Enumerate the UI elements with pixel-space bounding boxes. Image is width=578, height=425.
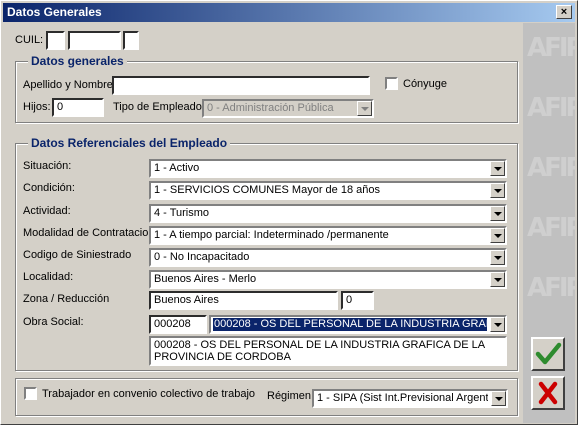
siniestrado-select[interactable]: 0 - No Incapacitado (149, 248, 507, 267)
apellido-nombre-label: Apellido y Nombre: (23, 79, 116, 91)
cancel-button[interactable] (531, 376, 565, 410)
obra-social-label: Obra Social: (23, 316, 84, 328)
actividad-select[interactable]: 4 - Turismo (149, 204, 507, 223)
condicion-select[interactable]: 1 - SERVICIOS COMUNES Mayor de 18 años (149, 181, 507, 200)
afip-watermark-logo: AFIP (527, 273, 575, 303)
modalidad-select[interactable]: 1 - A tiempo parcial: Indeterminado /per… (149, 226, 507, 245)
chevron-down-icon (495, 397, 503, 401)
checkmark-icon (535, 342, 562, 365)
zona-reduccion-input[interactable]: 0 (341, 291, 374, 310)
situacion-label: Situación: (23, 160, 72, 172)
datos-generales-title: Datos generales (28, 54, 127, 68)
afip-watermark-logo: AFIP (527, 153, 575, 183)
conyuge-label: Cónyuge (403, 78, 448, 90)
condicion-value: 1 - SERVICIOS COMUNES Mayor de 18 años (154, 184, 380, 196)
afip-watermark-logo: AFIP (527, 33, 575, 63)
chevron-down-icon (494, 323, 502, 327)
localidad-select[interactable]: Buenos Aires - Merlo (149, 270, 507, 289)
obra-social-dropdown-button[interactable] (490, 317, 505, 332)
situacion-select[interactable]: 1 - Activo (149, 159, 507, 178)
conyuge-checkbox[interactable] (385, 77, 398, 90)
chevron-down-icon (494, 256, 502, 260)
situacion-value: 1 - Activo (154, 162, 200, 174)
obra-social-description: 000208 - OS DEL PERSONAL DE LA INDUSTRIA… (149, 336, 507, 366)
hijos-label: Hijos: (23, 101, 51, 113)
tipo-empleador-select[interactable]: 0 - Administración Pública (202, 99, 374, 118)
actividad-value: 4 - Turismo (154, 207, 210, 219)
localidad-label: Localidad: (23, 271, 74, 283)
cuil-label: CUIL: (15, 34, 44, 46)
regimen-select[interactable]: 1 - SIPA (Sist Int.Previsional Argentino… (312, 389, 508, 408)
afip-watermark-logo: AFIP (527, 93, 575, 123)
regimen-dropdown-button[interactable] (491, 391, 506, 406)
chevron-down-icon (494, 278, 502, 282)
convenio-checkbox[interactable] (24, 387, 37, 400)
accept-button[interactable] (531, 337, 565, 371)
siniestrado-dropdown-button[interactable] (490, 250, 505, 265)
modalidad-dropdown-button[interactable] (490, 228, 505, 243)
afip-watermark-logo: AFIP (527, 213, 575, 243)
zona-input[interactable]: Buenos Aires (149, 291, 338, 310)
modalidad-value: 1 - A tiempo parcial: Indeterminado /per… (154, 229, 389, 241)
chevron-down-icon (494, 189, 502, 193)
convenio-label: Trabajador en convenio colectivo de trab… (42, 388, 256, 400)
datos-generales-window: Datos Generales × CUIL: Datos generales … (0, 0, 578, 425)
tipo-empleador-label: Tipo de Empleador (113, 101, 206, 113)
window-title: Datos Generales (7, 5, 102, 19)
x-icon (538, 381, 558, 405)
zona-label: Zona / Reducción (23, 293, 110, 305)
regimen-label: Régimen: (267, 390, 315, 402)
tipo-empleador-value: 0 - Administración Pública (207, 102, 334, 114)
obra-social-select[interactable]: 000208 - OS DEL PERSONAL DE LA INDUSTRIA… (209, 315, 507, 334)
hijos-input[interactable]: 0 (52, 98, 104, 117)
chevron-down-icon (494, 234, 502, 238)
obra-social-value: 000208 - OS DEL PERSONAL DE LA INDUSTRIA… (213, 318, 487, 331)
modalidad-label: Modalidad de Contratacion: (23, 227, 158, 239)
title-bar: Datos Generales × (3, 3, 575, 22)
situacion-dropdown-button[interactable] (490, 161, 505, 176)
actividad-label: Actividad: (23, 205, 71, 217)
regimen-value: 1 - SIPA (Sist Int.Previsional Argentino… (317, 392, 488, 404)
tipo-empleador-dropdown-button[interactable] (357, 101, 372, 116)
chevron-down-icon (361, 107, 369, 111)
obra-social-code-input[interactable]: 000208 (149, 315, 207, 334)
siniestrado-value: 0 - No Incapacitado (154, 251, 250, 263)
cuil-number-field[interactable] (68, 31, 121, 50)
condicion-label: Condición: (23, 182, 75, 194)
apellido-nombre-input[interactable] (112, 76, 370, 95)
cuil-prefix-field[interactable] (46, 31, 65, 50)
siniestrado-label: Codigo de Siniestrado (23, 249, 132, 261)
condicion-dropdown-button[interactable] (490, 183, 505, 198)
localidad-value: Buenos Aires - Merlo (154, 273, 257, 285)
localidad-dropdown-button[interactable] (490, 272, 505, 287)
datos-referenciales-title: Datos Referenciales del Empleado (28, 136, 231, 150)
cuil-check-digit-field[interactable] (123, 31, 139, 50)
chevron-down-icon (494, 212, 502, 216)
actividad-dropdown-button[interactable] (490, 206, 505, 221)
close-button[interactable]: × (556, 5, 572, 19)
chevron-down-icon (494, 167, 502, 171)
